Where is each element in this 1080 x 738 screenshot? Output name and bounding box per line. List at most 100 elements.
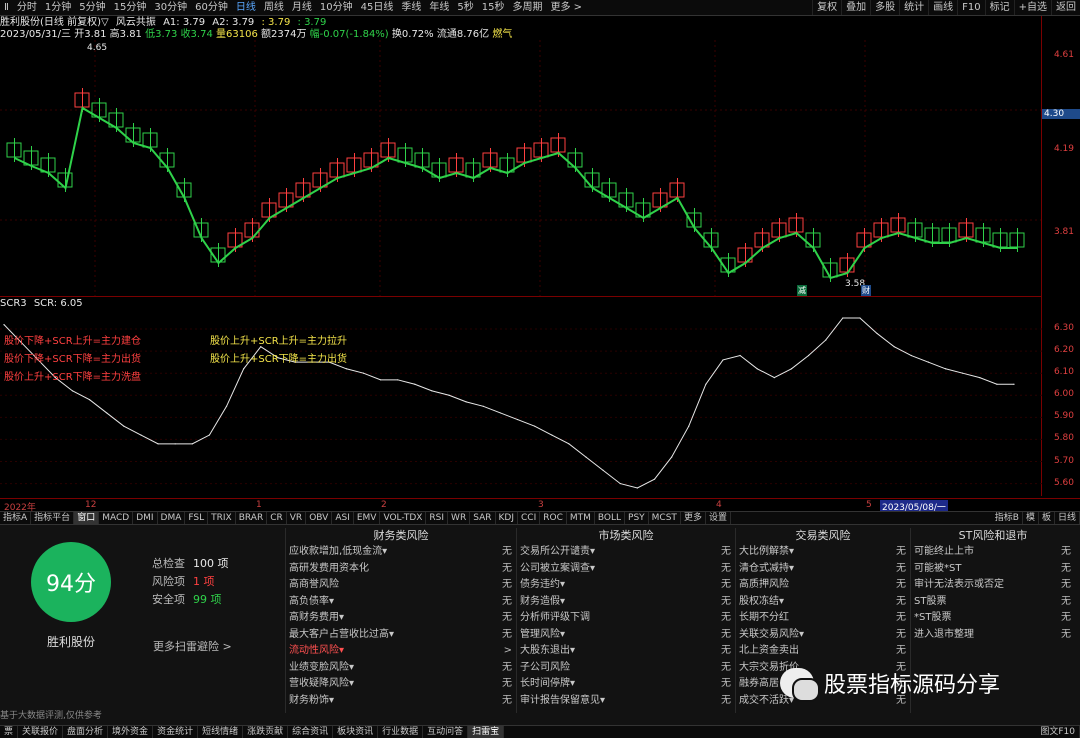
period-tab[interactable]: 1分钟 [41, 0, 75, 15]
indicator-tab[interactable]: TRIX [208, 512, 236, 524]
risk-item[interactable]: 高负债率▾ 无 [286, 594, 516, 611]
risk-item[interactable]: *ST股票 无 [911, 610, 1075, 627]
risk-item[interactable]: 财务粉饰▾ 无 [286, 693, 516, 710]
period-tab[interactable]: 60分钟 [191, 0, 232, 15]
period-tab[interactable]: 年线 [425, 0, 453, 15]
risk-item[interactable]: 高研发费用资本化 无 [286, 561, 516, 578]
indicator-tab[interactable]: SAR [470, 512, 496, 524]
indicator-tab[interactable]: MTM [567, 512, 595, 524]
period-tab[interactable]: 日线 [232, 0, 260, 15]
indicator-tab[interactable]: MACD [99, 512, 134, 524]
risk-item[interactable]: 高质押风险 无 [736, 577, 910, 594]
risk-item[interactable]: 关联交易风险▾ 无 [736, 627, 910, 644]
risk-item[interactable]: 大股东退出▾ 无 [517, 643, 735, 660]
indicator-tab[interactable]: 指标B [992, 512, 1023, 524]
period-tab[interactable]: 分时 [13, 0, 41, 15]
indicator-tab[interactable]: VOL-TDX [380, 512, 427, 524]
scr-chart[interactable] [0, 310, 1042, 498]
indicator-tab[interactable]: 日线 [1055, 512, 1080, 524]
toolbar-button[interactable]: +自选 [1013, 0, 1051, 15]
risk-item[interactable]: 大比例解禁▾ 无 [736, 544, 910, 561]
risk-item[interactable]: 可能被*ST 无 [911, 561, 1075, 578]
status-tab[interactable]: 盘面分析 [63, 726, 109, 738]
toolbar-button[interactable]: 画线 [928, 0, 957, 15]
toolbar-button[interactable]: F10 [957, 0, 984, 15]
indicator-tab[interactable]: 设置 [706, 512, 731, 524]
more-scan-link[interactable]: 更多扫雷避险 > [153, 638, 232, 654]
status-tab[interactable]: 资金统计 [153, 726, 199, 738]
indicator-tab[interactable]: 模 [1023, 512, 1039, 524]
risk-item[interactable]: 股权冻结▾ 无 [736, 594, 910, 611]
risk-item[interactable]: 北上资金卖出 无 [736, 643, 910, 660]
risk-item[interactable]: 公司被立案调查▾ 无 [517, 561, 735, 578]
toolbar-button[interactable]: 多股 [870, 0, 899, 15]
period-tab[interactable]: 月线 [288, 0, 316, 15]
risk-item[interactable]: 清仓式减持▾ 无 [736, 561, 910, 578]
status-tab[interactable]: 综合资讯 [288, 726, 334, 738]
period-tab[interactable]: 30分钟 [150, 0, 191, 15]
indicator-tab[interactable]: ROC [540, 512, 567, 524]
kline-chart[interactable] [0, 40, 1042, 296]
toolbar-button[interactable]: 叠加 [841, 0, 870, 15]
indicator-tab[interactable]: KDJ [496, 512, 518, 524]
indicator-tab[interactable]: 板 [1039, 512, 1055, 524]
indicator-tab[interactable]: 窗口 [74, 512, 100, 524]
risk-item[interactable]: 长期不分红 无 [736, 610, 910, 627]
indicator-tab[interactable]: PSY [625, 512, 649, 524]
status-tab[interactable]: 票 [0, 726, 19, 738]
period-tab[interactable]: 10分钟 [316, 0, 357, 15]
period-tab[interactable]: 多周期 [508, 0, 546, 15]
status-tab[interactable]: 境外资金 [108, 726, 154, 738]
risk-item[interactable]: 分析师评级下调 无 [517, 610, 735, 627]
risk-item[interactable]: 审计报告保留意见▾ 无 [517, 693, 735, 710]
indicator-tab[interactable]: DMI [133, 512, 158, 524]
risk-item[interactable]: 高商誉风险 无 [286, 577, 516, 594]
indicator-tab[interactable]: 更多 [681, 512, 706, 524]
risk-item[interactable]: 流动性风险▾ > [286, 643, 516, 660]
risk-item[interactable]: 应收款增加,低现金流▾ 无 [286, 544, 516, 561]
risk-item[interactable]: 营收疑降风险▾ 无 [286, 676, 516, 693]
period-tab[interactable]: 15分钟 [110, 0, 151, 15]
indicator-tab[interactable]: WR [448, 512, 471, 524]
indicator-tab[interactable]: RSI [426, 512, 449, 524]
period-tab[interactable]: 5分钟 [75, 0, 109, 15]
indicator-tab[interactable]: VR [287, 512, 307, 524]
risk-item[interactable]: 审计无法表示或否定 无 [911, 577, 1075, 594]
indicator-tab[interactable]: MCST [649, 512, 681, 524]
toolbar-button[interactable]: 标记 [984, 0, 1014, 15]
indicator-tab[interactable]: BOLL [595, 512, 626, 524]
reduce-marker[interactable]: 减 [797, 285, 807, 296]
status-tab[interactable]: 扫雷宝 [468, 726, 505, 738]
indicator-tab[interactable]: OBV [306, 512, 333, 524]
indicator-tab[interactable]: DMA [158, 512, 186, 524]
toolbar-button[interactable]: 复权 [812, 0, 841, 15]
indicator-tab[interactable]: CR [267, 512, 287, 524]
risk-item[interactable]: 高财务费用▾ 无 [286, 610, 516, 627]
risk-item[interactable]: 最大客户占营收比过高▾ 无 [286, 627, 516, 644]
toolbar-button[interactable]: 返回 [1051, 0, 1080, 15]
risk-item[interactable]: 可能终止上市 无 [911, 544, 1075, 561]
period-tab[interactable]: 周线 [260, 0, 288, 15]
period-tab[interactable]: 45日线 [357, 0, 398, 15]
indicator-tab[interactable]: 指标平台 [31, 512, 75, 524]
status-tab[interactable]: 互动问答 [423, 726, 469, 738]
risk-item[interactable]: 长时间停牌▾ 无 [517, 676, 735, 693]
risk-item[interactable]: 财务造假▾ 无 [517, 594, 735, 611]
f10-button[interactable]: 图文F10 [1036, 726, 1080, 738]
indicator-tab[interactable]: EMV [354, 512, 381, 524]
risk-item[interactable]: 债务违约▾ 无 [517, 577, 735, 594]
finance-marker[interactable]: 财 [861, 285, 871, 296]
status-tab[interactable]: 行业数据 [378, 726, 424, 738]
period-tab[interactable]: 5秒 [453, 0, 477, 15]
status-tab[interactable]: 涨跌贡献 [243, 726, 289, 738]
period-tab[interactable]: 季线 [397, 0, 425, 15]
risk-item[interactable]: ST股票 无 [911, 594, 1075, 611]
risk-item[interactable]: 业绩变脸风险▾ 无 [286, 660, 516, 677]
status-tab[interactable]: 短线情绪 [198, 726, 244, 738]
status-tab[interactable]: 板块资讯 [333, 726, 379, 738]
risk-item[interactable]: 管理风险▾ 无 [517, 627, 735, 644]
indicator-tab[interactable]: 指标A [0, 512, 32, 524]
risk-item[interactable]: 进入退市整理 无 [911, 627, 1075, 644]
status-tab[interactable]: 关联报价 [18, 726, 64, 738]
indicator-tab[interactable]: BRAR [236, 512, 268, 524]
